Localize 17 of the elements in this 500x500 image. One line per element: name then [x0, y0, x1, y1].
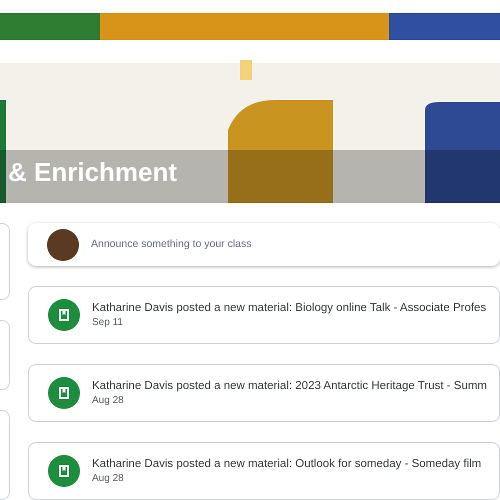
announce-card[interactable]: Announce something to your class — [28, 223, 500, 266]
material-icon — [48, 455, 80, 487]
class-title: & Enrichment — [8, 156, 178, 188]
announce-placeholder[interactable]: Announce something to your class — [91, 236, 252, 252]
post-title[interactable]: Katharine Davis posted a new material: Biology online Talk - Associate Profes — [92, 300, 486, 316]
side-card — [0, 320, 10, 390]
post-date: Aug 28 — [92, 394, 125, 408]
post-title[interactable]: Katharine Davis posted a new material: Outlook for someday - Someday film — [92, 456, 482, 472]
material-icon — [48, 299, 80, 331]
stream-card[interactable]: Katharine Davis posted a new material: Outlook for someday - Someday film Aug 28 — [28, 442, 500, 500]
stream-card[interactable]: Katharine Davis posted a new material: Biology online Talk - Associate Profes Sep 11 — [28, 286, 500, 344]
avatar — [47, 228, 79, 260]
post-title[interactable]: Katharine Davis posted a new material: 2023 Antarctic Heritage Trust - Summ — [92, 378, 488, 394]
post-date: Aug 28 — [92, 472, 125, 486]
post-date: Sep 11 — [92, 316, 124, 330]
stream-card[interactable]: Katharine Davis posted a new material: 2023 Antarctic Heritage Trust - Summ Aug 28 — [28, 364, 500, 422]
material-icon — [48, 377, 80, 409]
